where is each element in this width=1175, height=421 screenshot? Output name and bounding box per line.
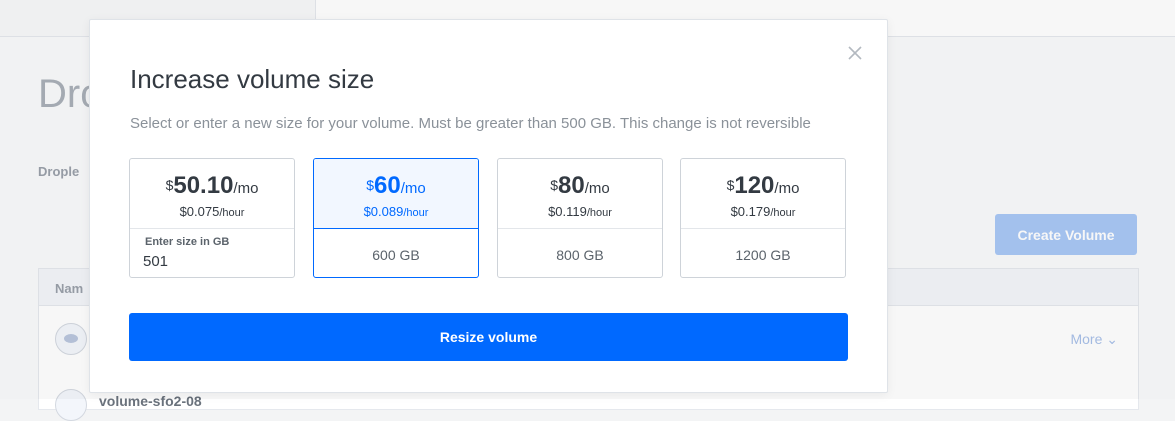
per-hour-label: /hour xyxy=(586,207,612,219)
custom-size-label: Enter size in GB xyxy=(145,236,230,248)
hourly-price: $0.089 xyxy=(363,204,404,219)
close-button[interactable] xyxy=(845,43,865,63)
currency-symbol: $ xyxy=(366,177,375,193)
resize-volume-button[interactable]: Resize volume xyxy=(129,313,848,361)
modal-title: Increase volume size xyxy=(130,64,375,94)
size-option-800gb[interactable]: $80/mo $0.119/hour 800 GB xyxy=(497,158,663,278)
close-icon xyxy=(848,46,862,60)
custom-size-input[interactable] xyxy=(143,250,273,272)
currency-symbol: $ xyxy=(165,177,174,193)
option-price: $80/mo $0.119/hour xyxy=(498,159,662,229)
monthly-price: 50.10 xyxy=(173,172,234,199)
resize-volume-modal: Increase volume size Select or enter a n… xyxy=(89,19,888,393)
per-month-label: /mo xyxy=(233,180,259,197)
option-price: $50.10/mo $0.075/hour xyxy=(130,159,294,229)
option-price: $60/mo $0.089/hour xyxy=(314,159,478,229)
per-hour-label: /hour xyxy=(219,207,245,219)
size-label: 1200 GB xyxy=(735,247,791,263)
size-option-1200gb[interactable]: $120/mo $0.179/hour 1200 GB xyxy=(680,158,846,278)
per-month-label: /mo xyxy=(584,180,610,197)
option-price: $120/mo $0.179/hour xyxy=(681,159,845,229)
hourly-price: $0.119 xyxy=(548,204,587,219)
per-hour-label: /hour xyxy=(770,207,796,219)
currency-symbol: $ xyxy=(550,177,559,193)
hourly-price: $0.075 xyxy=(179,204,220,219)
size-option-600gb[interactable]: $60/mo $0.089/hour 600 GB xyxy=(313,158,479,278)
per-month-label: /mo xyxy=(400,180,426,197)
currency-symbol: $ xyxy=(726,177,735,193)
per-hour-label: /hour xyxy=(403,207,429,219)
hourly-price: $0.179 xyxy=(730,204,771,219)
size-label: 600 GB xyxy=(372,247,420,263)
per-month-label: /mo xyxy=(774,180,800,197)
monthly-price: 80 xyxy=(558,172,585,199)
modal-description: Select or enter a new size for your volu… xyxy=(130,115,811,132)
size-options: $50.10/mo $0.075/hour Enter size in GB $… xyxy=(129,158,849,281)
monthly-price: 60 xyxy=(374,172,401,199)
size-option-custom[interactable]: $50.10/mo $0.075/hour Enter size in GB xyxy=(129,158,295,278)
monthly-price: 120 xyxy=(734,172,775,199)
size-label: 800 GB xyxy=(556,247,604,263)
